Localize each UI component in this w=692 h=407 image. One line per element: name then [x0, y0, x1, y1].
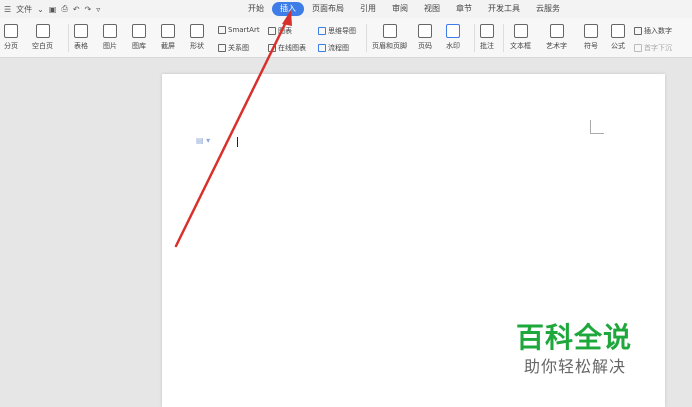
ribbon-tabs: 开始 插入 页面布局 引用 审阅 视图 章节 开发工具 云服务 — [240, 2, 568, 16]
chevron-down-icon[interactable]: ⌄ — [37, 5, 44, 14]
flowchart-icon — [318, 44, 326, 52]
relation-icon — [218, 44, 226, 52]
picture-button[interactable]: 图片 — [103, 24, 117, 51]
formula-icon — [611, 24, 625, 38]
blank-page-icon — [35, 24, 50, 38]
textbox-icon — [513, 24, 528, 38]
divider — [366, 24, 367, 52]
page-number-button[interactable]: 页码 — [418, 24, 432, 51]
tab-review[interactable]: 审阅 — [384, 2, 416, 16]
wordart-button[interactable]: 艺术字 — [546, 24, 567, 51]
margin-corner-mark — [590, 120, 604, 134]
save-icon[interactable]: ▣ — [49, 5, 57, 14]
formula-button[interactable]: 公式 — [611, 24, 625, 51]
tab-developer[interactable]: 开发工具 — [480, 2, 528, 16]
table-button[interactable]: 表格 — [74, 24, 88, 51]
print-icon[interactable]: ⎙ — [61, 4, 67, 14]
insert-number-icon — [634, 27, 642, 35]
wordart-icon — [549, 24, 564, 38]
chart-button[interactable]: 图表 — [268, 26, 292, 36]
divider — [68, 24, 69, 52]
page-number-icon — [418, 24, 432, 38]
chart-icon — [268, 27, 276, 35]
flowchart-button[interactable]: 流程图 — [318, 43, 349, 53]
header-footer-button[interactable]: 页眉和页脚 — [372, 24, 407, 51]
tab-references[interactable]: 引用 — [352, 2, 384, 16]
watermark-icon — [446, 24, 460, 38]
divider — [474, 24, 475, 52]
quick-access: ☰ 文件 ⌄ ▣ ⎙ ↶ ↷ ▿ — [0, 4, 240, 15]
shape-button[interactable]: 形状 — [190, 24, 204, 51]
divider — [503, 24, 504, 52]
relation-button[interactable]: 关系图 — [218, 43, 249, 53]
screenshot-button[interactable]: 截屏 — [161, 24, 175, 51]
tab-insert[interactable]: 插入 — [272, 2, 304, 16]
more-icon[interactable]: ▿ — [96, 5, 100, 14]
table-icon — [74, 24, 88, 38]
watermark-button[interactable]: 水印 — [446, 24, 460, 51]
page-break-button[interactable]: 分页 — [4, 24, 18, 51]
smartart-button[interactable]: SmartArt — [218, 26, 260, 34]
comment-button[interactable]: 批注 — [480, 24, 494, 51]
header-footer-icon — [382, 24, 397, 38]
mindmap-icon — [318, 27, 326, 35]
blank-page-button[interactable]: 空白页 — [32, 24, 53, 51]
symbol-icon — [584, 24, 598, 38]
tab-home[interactable]: 开始 — [240, 2, 272, 16]
text-cursor — [237, 137, 238, 147]
symbol-button[interactable]: 符号 — [584, 24, 598, 51]
insert-number-button[interactable]: 插入数字 — [634, 26, 672, 36]
textbox-button[interactable]: 文本框 — [510, 24, 531, 51]
picture-icon — [103, 24, 117, 38]
undo-icon[interactable]: ↶ — [73, 5, 80, 14]
first-sink-icon — [634, 44, 642, 52]
ribbon: 分页 空白页 表格 图片 图库 截屏 形状 SmartArt 图表 关系图 在线… — [0, 18, 692, 58]
smartart-icon — [218, 26, 226, 34]
paragraph-handle-icon[interactable]: ▤ ▾ — [196, 136, 210, 145]
comment-icon — [480, 24, 494, 38]
first-sink-button[interactable]: 首字下沉 — [634, 43, 672, 53]
watermark-subtitle: 助你轻松解决 — [524, 357, 627, 376]
hamburger-icon[interactable]: ☰ — [4, 5, 11, 14]
file-menu[interactable]: 文件 — [16, 4, 32, 15]
tab-page-layout[interactable]: 页面布局 — [304, 2, 352, 16]
redo-icon[interactable]: ↷ — [85, 5, 92, 14]
tab-sections[interactable]: 章节 — [448, 2, 480, 16]
mindmap-button[interactable]: 思维导图 — [318, 26, 356, 36]
online-chart-icon — [268, 44, 276, 52]
gallery-icon — [132, 24, 146, 38]
screenshot-icon — [161, 24, 175, 38]
tab-view[interactable]: 视图 — [416, 2, 448, 16]
watermark-title: 百科全说 — [516, 321, 633, 354]
page-break-icon — [4, 24, 18, 38]
menu-bar: ☰ 文件 ⌄ ▣ ⎙ ↶ ↷ ▿ 开始 插入 页面布局 引用 审阅 视图 章节 … — [0, 0, 692, 18]
tab-cloud[interactable]: 云服务 — [528, 2, 568, 16]
online-chart-button[interactable]: 在线图表 — [268, 43, 306, 53]
shape-icon — [190, 24, 204, 38]
gallery-button[interactable]: 图库 — [132, 24, 146, 51]
